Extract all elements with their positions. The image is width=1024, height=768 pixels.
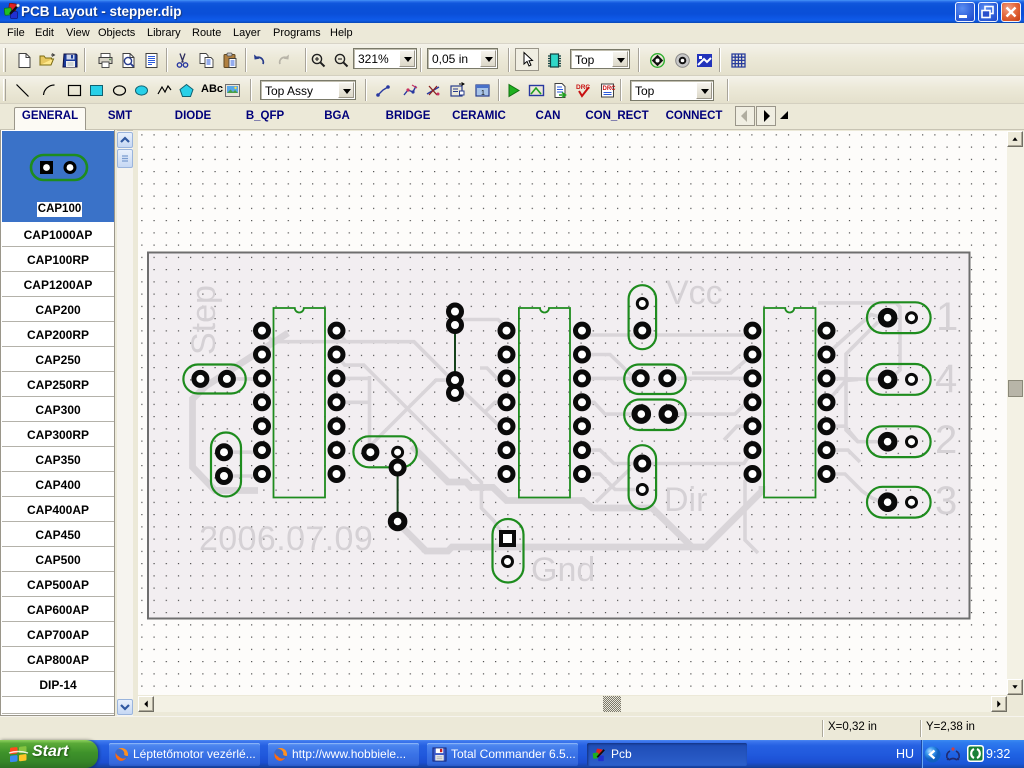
svg-text:DRC: DRC [603, 86, 617, 92]
svg-text:2: 2 [935, 418, 957, 462]
svg-text:1: 1 [481, 90, 485, 97]
svg-text:Dir: Dir [664, 481, 707, 519]
svg-text:4: 4 [935, 357, 957, 401]
svg-text:1: 1 [936, 295, 958, 339]
svg-text:2006.07.09: 2006.07.09 [199, 520, 373, 558]
svg-text:Gnd: Gnd [531, 551, 595, 589]
svg-text:Vcc: Vcc [666, 274, 723, 312]
svg-text:3: 3 [935, 479, 957, 523]
svg-text:Step: Step [185, 285, 223, 355]
